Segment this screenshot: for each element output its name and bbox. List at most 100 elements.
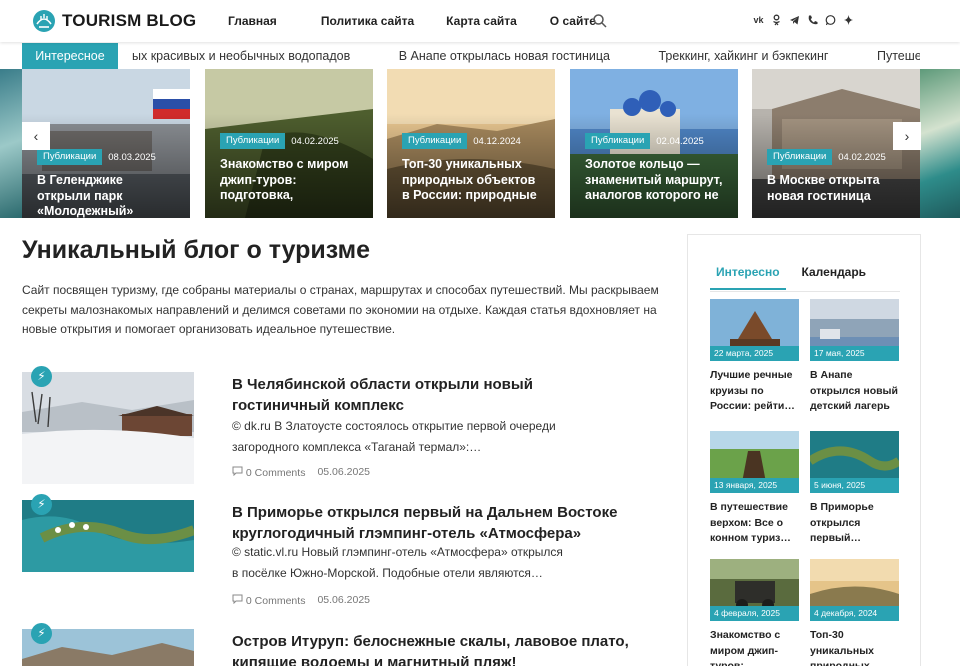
card-date: 17 мая, 2025 — [810, 346, 899, 361]
slide-edge-image — [0, 69, 22, 218]
dzen-icon[interactable] — [843, 14, 854, 26]
slide[interactable]: Публикации 02.04.2025 Золотое кольцо — з… — [570, 69, 738, 218]
post-date: 05.06.2025 — [317, 466, 371, 478]
comments-link[interactable]: 0 Comments — [232, 466, 305, 479]
slide-title[interactable]: Знакомство с миром джип-туров: подготовк… — [220, 157, 361, 204]
slide-badge[interactable]: Публикации — [220, 133, 286, 149]
lightning-icon: ⚡ — [31, 623, 52, 644]
post-title[interactable]: В Челябинской области открыли новый гост… — [232, 374, 632, 416]
card-date: 13 января, 2025 — [710, 478, 799, 493]
slide-title[interactable]: В Геленджике открыли парк «Молодежный» — [37, 173, 178, 218]
slide-badge[interactable]: Публикации — [767, 149, 833, 165]
news-ticker: Интересное ых красивых и необычных водоп… — [22, 43, 920, 69]
comments-count: 0 Comments — [245, 467, 306, 479]
tab-calendar[interactable]: Календарь — [796, 263, 873, 290]
phone-icon[interactable] — [807, 14, 818, 26]
lightning-icon: ⚡ — [31, 494, 52, 515]
nav-link-policy[interactable]: Политика сайта — [321, 14, 414, 28]
main-nav: Главная Политика сайта Карта сайта О сай… — [228, 0, 596, 42]
card-image: 4 февраля, 2025 — [710, 559, 799, 621]
tab-interesting[interactable]: Интересно — [710, 263, 786, 290]
card-date: 4 декабря, 2024 — [810, 606, 899, 621]
card-image: 17 мая, 2025 — [810, 299, 899, 361]
post-excerpt: © dk.ru В Златоусте состоялось открытие … — [232, 419, 556, 454]
slide-title[interactable]: В Москве открыта новая гостиница — [767, 173, 908, 204]
slider-next-button[interactable]: › — [893, 122, 921, 150]
whatsapp-icon[interactable] — [825, 14, 836, 26]
site-logo[interactable]: TOURISM BLOG — [32, 9, 196, 33]
ticker-item[interactable]: Треккинг, хайкинг и бэкпекинг — [658, 49, 828, 63]
slide-date: 04.12.2024 — [473, 135, 521, 147]
slide-date: 04.02.2025 — [291, 135, 339, 147]
card-image: 22 марта, 2025 — [710, 299, 799, 361]
card-title[interactable]: В путешествие верхом: Все о конном туриз… — [710, 500, 799, 547]
ticker-track: ых красивых и необычных водопадов В Анап… — [132, 43, 920, 69]
post-meta: 0 Comments 05.06.2025 — [232, 594, 370, 607]
post-title[interactable]: Остров Итуруп: белоснежные скалы, лавово… — [232, 631, 632, 666]
sidebar-card[interactable]: 13 января, 2025 В путешествие верхом: Вс… — [710, 431, 799, 547]
lightning-icon: ⚡ — [31, 366, 52, 387]
slide-badge[interactable]: Публикации — [37, 149, 103, 165]
comments-count: 0 Comments — [245, 595, 306, 607]
ticker-label: Интересное — [22, 43, 118, 69]
sidebar-card[interactable]: 5 июня, 2025 В Приморье открылся первый… — [810, 431, 899, 547]
post-item: ⚡ В Приморье открылся первый на Дальнем … — [22, 494, 662, 612]
card-image: 13 января, 2025 — [710, 431, 799, 493]
slide-title[interactable]: Топ-30 уникальных природных объектов в Р… — [402, 157, 543, 204]
post-thumbnail[interactable] — [22, 372, 194, 484]
card-date: 5 июня, 2025 — [810, 478, 899, 493]
sidebar-card[interactable]: 17 мая, 2025 В Анапе открылся новый детс… — [810, 299, 899, 415]
post-item: ⚡ Остров Итуруп: белоснежные скалы, лаво… — [22, 623, 662, 666]
sidebar-card[interactable]: 4 февраля, 2025 Знакомство с миром джип-… — [710, 559, 799, 666]
site-name: TOURISM BLOG — [62, 11, 197, 30]
nav-link-home[interactable]: Главная — [228, 14, 277, 28]
ticker-item[interactable]: ых красивых и необычных водопадов — [132, 49, 350, 63]
post-title[interactable]: В Приморье открылся первый на Дальнем Во… — [232, 502, 632, 544]
slide[interactable]: Публикации 04.02.2025 Знакомство с миром… — [205, 69, 373, 218]
tabs-divider — [710, 291, 900, 292]
slide-badge[interactable]: Публикации — [585, 133, 651, 149]
comments-link[interactable]: 0 Comments — [232, 594, 305, 607]
logo-icon — [33, 10, 55, 32]
ok-icon[interactable] — [771, 14, 782, 26]
slide-date: 08.03.2025 — [108, 151, 156, 163]
ticker-item[interactable]: В Анапе открылась новая гостиница — [399, 49, 610, 63]
nav-link-sitemap[interactable]: Карта сайта — [446, 14, 517, 28]
post-date: 05.06.2025 — [317, 594, 371, 606]
comment-icon — [232, 594, 243, 605]
slider-prev-button[interactable]: ‹ — [22, 122, 50, 150]
sidebar-tabs: Интересно Календарь — [710, 263, 872, 290]
card-title[interactable]: В Приморье открылся первый… — [810, 500, 899, 547]
card-title[interactable]: В Анапе открылся новый детский лагерь — [810, 368, 899, 415]
social-links: vk — [753, 14, 854, 26]
card-image: 5 июня, 2025 — [810, 431, 899, 493]
slide[interactable]: Публикации 04.12.2024 Топ-30 уникальных … — [387, 69, 555, 218]
sidebar: Интересно Календарь 22 марта, 2025 Лучши… — [687, 234, 921, 666]
telegram-icon[interactable] — [789, 14, 800, 26]
sidebar-card[interactable]: 4 декабря, 2024 Топ-30 уникальных природ… — [810, 559, 899, 666]
card-title[interactable]: Топ-30 уникальных природных — [810, 628, 899, 666]
page-intro: Сайт посвящен туризму, где собраны матер… — [22, 283, 659, 336]
slide-date: 02.04.2025 — [656, 135, 704, 147]
comment-icon — [232, 466, 243, 477]
vk-icon[interactable]: vk — [753, 14, 764, 26]
post-meta: 0 Comments 05.06.2025 — [232, 466, 370, 479]
page-title: Уникальный блог о туризме — [22, 236, 370, 264]
card-date: 4 февраля, 2025 — [710, 606, 799, 621]
slide-edge-image — [920, 69, 960, 218]
site-header: TOURISM BLOG Главная Политика сайта Карт… — [0, 0, 960, 42]
slide-badge[interactable]: Публикации — [402, 133, 468, 149]
post-excerpt: © static.vl.ru Новый глэмпинг-отель «Атм… — [232, 545, 563, 580]
card-image: 4 декабря, 2024 — [810, 559, 899, 621]
card-title[interactable]: Знакомство с миром джип-туров: — [710, 628, 799, 666]
card-date: 22 марта, 2025 — [710, 346, 799, 361]
nav-link-about[interactable]: О сайте — [550, 14, 596, 28]
card-title[interactable]: Лучшие речные круизы по России: рейти… — [710, 368, 799, 415]
slide-title[interactable]: Золотое кольцо — знаменитый маршрут, ана… — [585, 157, 726, 204]
search-icon[interactable] — [592, 13, 608, 29]
ticker-item[interactable]: Путешествие с — [877, 49, 920, 63]
featured-slider: Публикации 08.03.2025 В Геленджике откры… — [0, 69, 960, 218]
slide-date: 04.02.2025 — [838, 151, 886, 163]
sidebar-card[interactable]: 22 марта, 2025 Лучшие речные круизы по Р… — [710, 299, 799, 415]
post-item: ⚡ В Челябинской области открыли новый го… — [22, 366, 662, 484]
